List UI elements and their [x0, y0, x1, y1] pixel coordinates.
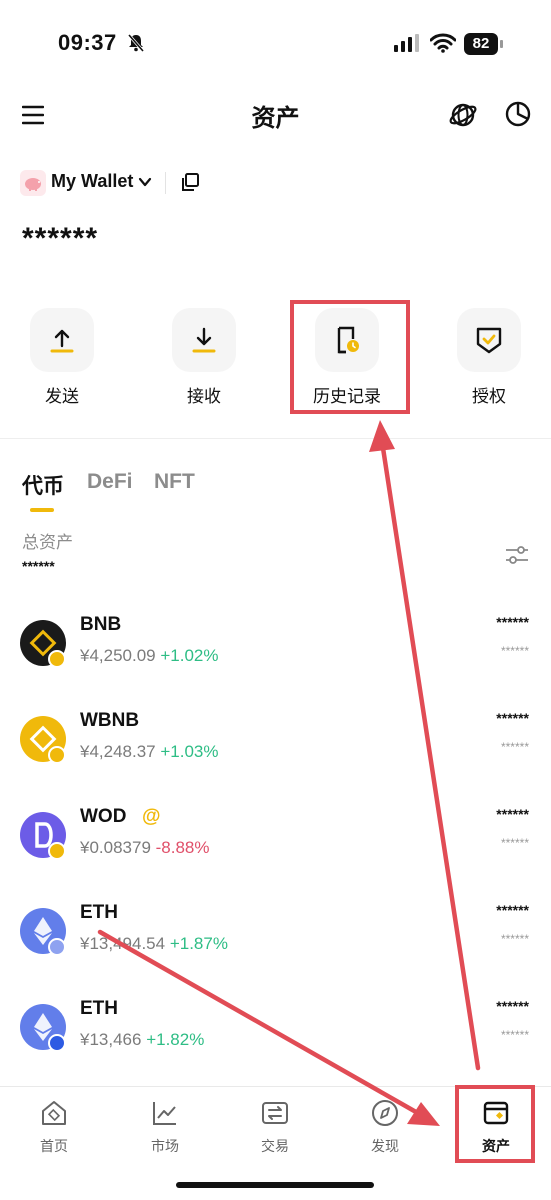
cellular-signal-icon	[394, 34, 419, 52]
discover-compass-icon[interactable]	[370, 1098, 400, 1128]
nav-discover-label[interactable]: 发现	[345, 1136, 425, 1156]
total-assets-label: 总资产	[22, 533, 73, 552]
token-balance: ******	[496, 710, 529, 726]
nav-home-label[interactable]: 首页	[14, 1136, 94, 1156]
token-name[interactable]: ETH	[80, 998, 118, 1020]
send-button[interactable]	[30, 308, 94, 372]
token-price: ¥4,248.37 +1.03%	[80, 742, 219, 762]
token-balance: ******	[496, 998, 529, 1014]
tab-defi[interactable]: DeFi	[87, 470, 133, 494]
download-arrow-icon	[192, 327, 216, 353]
chain-badge-icon	[48, 938, 66, 956]
status-time: 09:37	[58, 30, 117, 55]
chain-badge-icon	[48, 746, 66, 764]
token-price: ¥4,250.09 +1.02%	[80, 646, 219, 666]
tab-nft[interactable]: NFT	[154, 470, 195, 494]
chain-badge-icon	[48, 650, 66, 668]
token-price-change: +1.03%	[160, 742, 219, 761]
token-price: ¥0.08379 -8.88%	[80, 838, 210, 858]
receive-label: 接收	[187, 387, 221, 406]
filter-sliders-icon[interactable]	[504, 543, 530, 567]
send-label: 发送	[45, 387, 79, 406]
token-value: ******	[500, 932, 529, 946]
token-balance: ******	[496, 614, 529, 630]
token-name[interactable]: BNB	[80, 614, 121, 636]
bell-muted-icon	[127, 34, 145, 52]
token-value: ******	[500, 836, 529, 850]
chain-badge-icon	[48, 1034, 66, 1052]
token-name[interactable]: WOD	[80, 806, 126, 828]
token-tag-badge: @	[142, 806, 161, 827]
assets-highlight-box	[455, 1085, 535, 1163]
token-value: ******	[500, 644, 529, 658]
nav-trade-label[interactable]: 交易	[235, 1136, 315, 1156]
token-price-change: +1.02%	[160, 646, 219, 665]
wallet-avatar[interactable]	[20, 170, 46, 196]
token-price-value: ¥13,494.54	[80, 934, 170, 953]
tab-active-indicator	[30, 508, 54, 512]
history-highlight-box	[290, 300, 410, 414]
swap-icon[interactable]	[260, 1098, 290, 1128]
home-icon[interactable]	[39, 1098, 69, 1128]
network-globe-icon[interactable]	[448, 100, 478, 130]
home-indicator	[176, 1182, 374, 1188]
token-price-value: ¥4,250.09	[80, 646, 161, 665]
total-assets-value: ******	[22, 558, 55, 574]
token-balance: ******	[496, 806, 529, 822]
token-price-change: +1.82%	[146, 1030, 205, 1049]
wallet-name[interactable]: My Wallet	[51, 171, 133, 192]
section-divider	[0, 438, 551, 439]
wallet-balance: ******	[22, 222, 99, 255]
authorize-shield-icon	[476, 327, 502, 354]
token-name[interactable]: WBNB	[80, 710, 139, 732]
token-price-value: ¥13,466	[80, 1030, 147, 1049]
chevron-down-icon[interactable]	[138, 176, 152, 188]
token-name[interactable]: ETH	[80, 902, 118, 924]
receive-button[interactable]	[172, 308, 236, 372]
divider	[165, 172, 166, 194]
token-price-change: -8.88%	[155, 838, 210, 857]
chain-badge-icon	[48, 842, 66, 860]
token-price-value: ¥0.08379	[80, 838, 156, 857]
token-price-value: ¥4,248.37	[80, 742, 161, 761]
tab-tokens[interactable]: 代币	[22, 470, 64, 500]
authorize-button[interactable]	[457, 308, 521, 372]
token-price-change: +1.87%	[169, 934, 228, 953]
battery-indicator: 82	[464, 33, 504, 55]
nav-market-label[interactable]: 市场	[125, 1136, 205, 1156]
piggy-icon	[25, 178, 41, 191]
token-price: ¥13,466 +1.82%	[80, 1030, 204, 1050]
token-value: ******	[500, 740, 529, 754]
battery-level: 82	[464, 33, 498, 55]
wifi-icon	[430, 33, 456, 53]
market-chart-icon[interactable]	[150, 1098, 180, 1128]
token-value: ******	[500, 1028, 529, 1042]
token-price: ¥13,494.54 +1.87%	[80, 934, 228, 954]
copy-icon[interactable]	[180, 172, 200, 192]
token-balance: ******	[496, 902, 529, 918]
authorize-label: 授权	[472, 387, 506, 406]
pie-chart-icon[interactable]	[504, 100, 532, 128]
upload-arrow-icon	[50, 329, 74, 353]
